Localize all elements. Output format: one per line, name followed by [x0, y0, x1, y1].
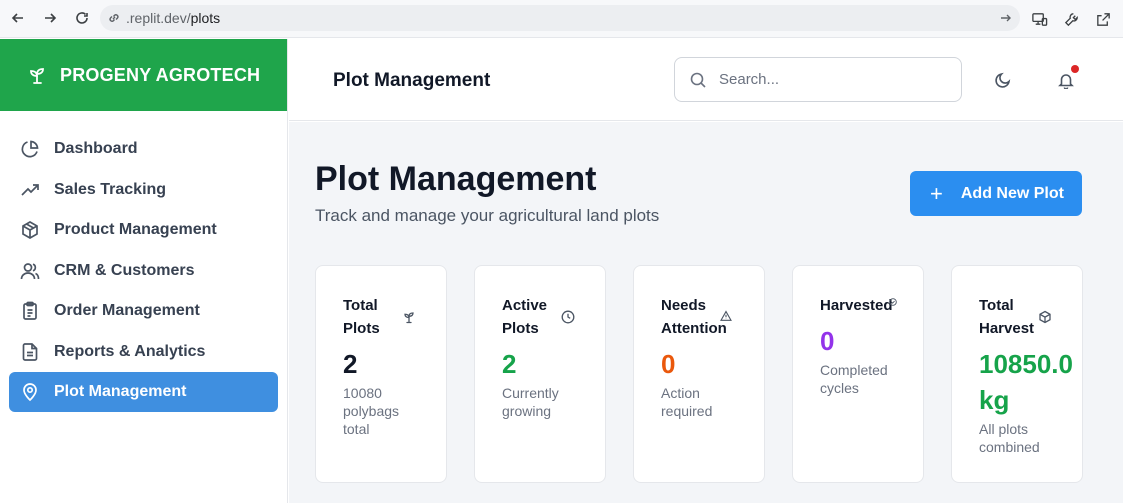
stat-card-total-harvest: Total Harvest 10850.0 kg All plots combi… — [951, 265, 1083, 483]
sidebar-nav: Dashboard Sales Tracking Product Managem… — [0, 111, 287, 412]
file-text-icon — [19, 341, 41, 363]
stat-card-active-plots: Active Plots 2 Currently growing — [474, 265, 606, 483]
address-bar[interactable]: .replit.dev/plots — [100, 5, 1020, 31]
card-value: 2 — [502, 349, 517, 379]
sidebar-item-dashboard[interactable]: Dashboard — [9, 129, 278, 169]
url-domain: .replit.dev/ — [126, 10, 191, 26]
add-button-label: Add New Plot — [960, 184, 1064, 202]
sidebar-item-label: Sales Tracking — [54, 180, 167, 198]
back-icon[interactable] — [6, 6, 30, 30]
stat-card-total-plots: Total Plots 2 10080 polybags total — [315, 265, 447, 483]
card-description: Currently growing — [502, 385, 559, 419]
card-description: Completed cycles — [820, 362, 888, 396]
brand-name: PROGENY AGROTECH — [60, 64, 261, 85]
sidebar-item-label: Reports & Analytics — [54, 342, 206, 360]
card-description: 10080 polybags total — [343, 385, 400, 437]
pie-chart-icon — [19, 138, 41, 160]
card-value: 0 — [661, 349, 676, 379]
stat-card-harvested: Harvested 0 Completed cycles — [792, 265, 924, 483]
link-icon — [106, 10, 122, 26]
browser-toolbar: .replit.dev/plots — [0, 0, 1123, 38]
sidebar-item-label: Plot Management — [54, 383, 187, 400]
card-description: All plots combined — [979, 421, 1040, 455]
box-icon — [19, 219, 41, 241]
stat-cards: Total Plots 2 10080 polybags total Activ… — [315, 265, 1083, 483]
plus-icon: + — [930, 180, 943, 206]
moon-icon[interactable] — [992, 69, 1014, 91]
main-content: Plot Management Track and manage your ag… — [289, 122, 1123, 503]
search-icon — [689, 71, 707, 89]
devices-icon[interactable] — [1027, 7, 1051, 31]
trending-up-icon — [19, 179, 41, 201]
external-link-icon[interactable] — [1091, 7, 1115, 31]
bell-icon[interactable] — [1055, 65, 1079, 91]
sidebar: PROGENY AGROTECH Dashboard Sales Trackin… — [0, 39, 288, 503]
sidebar-item-label: Order Management — [54, 302, 200, 319]
top-header: Plot Management — [289, 39, 1123, 121]
package-icon — [1038, 310, 1052, 324]
card-value: 0 — [820, 326, 835, 356]
page-title: Plot Management — [315, 160, 597, 198]
header-title: Plot Management — [333, 70, 491, 91]
clock-icon — [561, 310, 575, 324]
search-input[interactable] — [719, 71, 949, 88]
sidebar-item-plot-management[interactable]: Plot Management — [9, 372, 278, 412]
stat-card-needs-attention: Needs Attention 0 Action required — [633, 265, 765, 483]
notification-dot — [1071, 65, 1079, 73]
page-subtitle: Track and manage your agricultural land … — [315, 206, 660, 225]
sprout-icon — [26, 64, 48, 86]
brand-header[interactable]: PROGENY AGROTECH — [0, 39, 287, 111]
add-new-plot-button[interactable]: + Add New Plot — [910, 171, 1082, 216]
check-circle-icon — [889, 298, 897, 306]
users-icon — [19, 260, 41, 282]
wrench-icon[interactable] — [1059, 7, 1083, 31]
card-description: Action required — [661, 385, 713, 419]
sidebar-item-reports-analytics[interactable]: Reports & Analytics — [9, 332, 278, 372]
map-pin-icon — [19, 381, 41, 403]
sidebar-item-label: Dashboard — [54, 140, 138, 157]
url-path: plots — [190, 10, 221, 26]
sprout-icon — [402, 310, 416, 324]
clipboard-icon — [19, 300, 41, 322]
reload-icon[interactable] — [70, 6, 94, 30]
navigate-arrow-icon[interactable] — [998, 10, 1014, 26]
sidebar-item-order-management[interactable]: Order Management — [9, 291, 278, 331]
sidebar-item-label: Product Management — [54, 221, 217, 238]
search-box[interactable] — [674, 57, 962, 102]
sidebar-item-sales-tracking[interactable]: Sales Tracking — [9, 170, 278, 210]
card-title: Harvested — [820, 297, 893, 314]
forward-icon[interactable] — [38, 6, 62, 30]
sidebar-item-label: CRM & Customers — [54, 261, 195, 279]
card-value: 2 — [343, 349, 358, 379]
sidebar-item-product-management[interactable]: Product Management — [9, 210, 278, 250]
sidebar-item-crm-customers[interactable]: CRM & Customers — [9, 251, 278, 291]
alert-triangle-icon — [720, 310, 734, 324]
card-value: 10850.0 kg — [979, 349, 1073, 415]
